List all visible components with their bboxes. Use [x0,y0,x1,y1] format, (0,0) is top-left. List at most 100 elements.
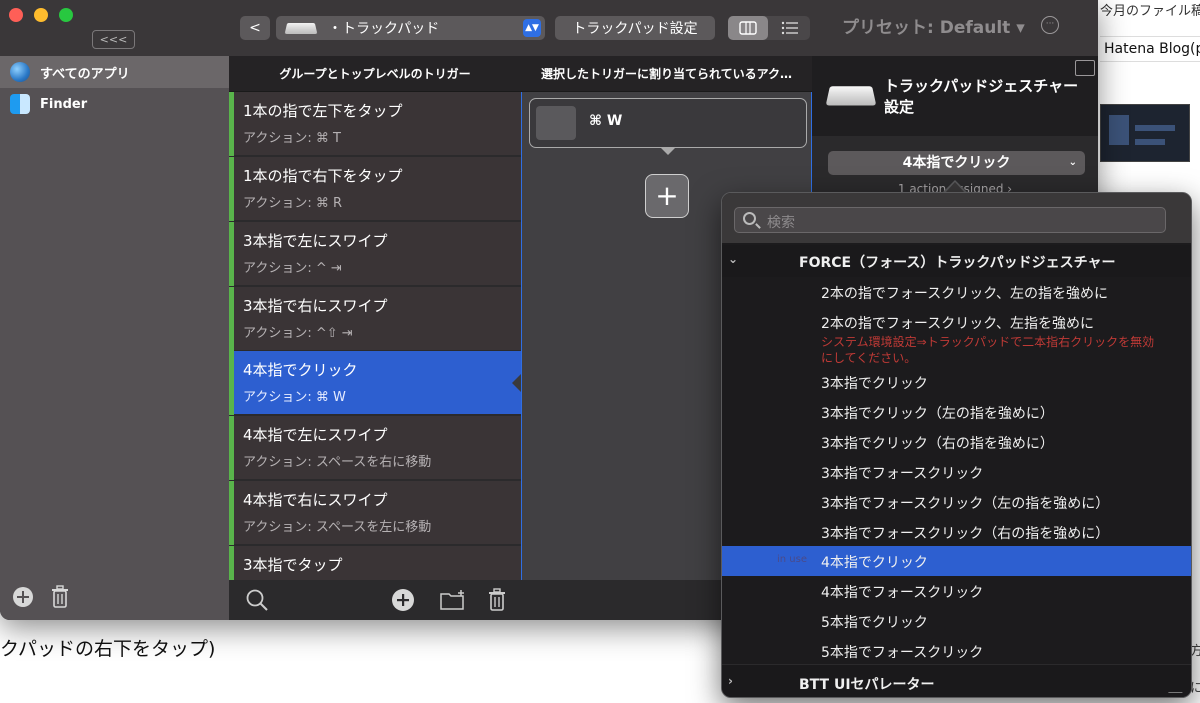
trigger-row[interactable]: 3本指で右にスワイプ アクション: ^⇧ ⇥ [229,287,521,351]
search-placeholder: 検索 [767,215,795,231]
action-card-pointer [660,147,676,155]
add-action-button[interactable]: + [645,174,689,218]
popover-search-area: 検索 [722,193,1191,243]
sidebar-item-label: Finder [40,96,88,112]
more-options-icon[interactable]: ··· [1041,16,1059,34]
bg-body-text: クパッドの右下をタップ) [0,638,216,660]
zoom-window-button[interactable] [59,8,73,22]
trigger-action: アクション: ⌘ T [243,131,341,146]
gesture-option-label: 3本指でフォースクリック [821,466,984,482]
trigger-action: アクション: ^ ⇥ [243,261,342,276]
gesture-option-label: 5本指でフォースクリック [821,645,984,661]
trigger-title: 3本指で右にスワイプ [243,297,388,315]
detach-window-icon[interactable] [1075,60,1095,76]
gesture-option-selected[interactable]: in use 4本指でクリック [722,546,1191,576]
gesture-option-label: 5本指でクリック [821,615,928,631]
enabled-indicator [229,92,234,156]
gesture-option[interactable]: 4本指でフォースクリック [722,576,1191,606]
trash-icon[interactable] [50,585,70,609]
trigger-row[interactable]: 3本指でタップ [229,546,521,580]
settings-panel-title: トラックパッドジェスチャー設定 [884,77,1079,116]
globe-icon [10,62,30,82]
add-app-icon[interactable] [12,586,34,608]
preset-selector[interactable]: プリセット: Default ▾ [842,16,1025,40]
group-header-label: BTT UIセパレーター [799,677,935,693]
enabled-indicator [229,157,234,221]
gesture-option-label: 2本の指でフォースクリック、左の指を強めに [821,286,1108,302]
gesture-option[interactable]: 3本指でクリック（左の指を強めに） [722,397,1191,427]
gesture-option-label: 2本の指でフォースクリック、左指を強めに [821,316,1094,332]
chevron-updown-icon: ▲▼ [523,19,541,37]
trigger-title: 1本の指で左下をタップ [243,102,403,120]
device-type-select[interactable]: ・トラックパッド ▲▼ [276,16,545,40]
gesture-option-label: 3本指でクリック（右の指を強めに） [821,436,1054,452]
action-card[interactable]: ⌘ W [529,98,807,155]
gesture-select-label: 4本指でクリック [902,155,1011,171]
action-icon-placeholder [536,106,576,140]
gesture-option-label: 3本指でフォースクリック（右の指を強めに） [821,526,1110,542]
bg-header-text: 今月のファイル稿 [1100,4,1200,16]
add-folder-icon[interactable] [439,588,467,612]
gesture-option[interactable]: 5本指でクリック [722,606,1191,636]
gesture-option[interactable]: 3本指でフォースクリック [722,457,1191,487]
add-trigger-icon[interactable] [391,588,415,612]
back-button[interactable]: < [240,16,270,40]
selection-notch [512,373,521,393]
trigger-action: アクション: ⌘ W [243,390,346,405]
in-use-badge: in use [777,554,807,565]
chevron-down-icon: ⌄ [728,252,739,266]
enabled-indicator [229,416,234,480]
trigger-title: 3本指でタップ [243,556,343,574]
gesture-option[interactable]: 3本指でフォースクリック（左の指を強めに） [722,487,1191,517]
trigger-row[interactable]: 1本の指で右下をタップ アクション: ⌘ R [229,157,521,221]
view-mode-toggle [728,16,810,40]
app-sidebar: すべてのアプリ Finder [0,56,229,620]
group-header-force[interactable]: ⌄ FORCE（フォース）トラックパッドジェスチャー [722,245,1191,277]
trigger-action: アクション: ^⇧ ⇥ [243,326,353,341]
list-view-button[interactable] [770,16,810,40]
trigger-action: アクション: スペースを右に移動 [243,455,432,470]
gesture-select[interactable]: 4本指でクリック ⌄ [828,151,1085,175]
trigger-row[interactable]: 4本指で左にスワイプ アクション: スペースを右に移動 [229,416,521,480]
group-header-ui-separator[interactable]: › BTT UIセパレーター [722,664,1191,697]
bg-hatena-link[interactable]: Hatena Blog(p [1100,36,1200,62]
columns-icon [739,21,757,35]
device-type-label: ・トラックパッド [328,21,440,37]
action-shortcut-label: ⌘ W [589,113,623,129]
trigger-row-selected[interactable]: 4本指でクリック アクション: ⌘ W [229,351,521,415]
gesture-option[interactable]: 5本指でフォースクリック [722,636,1191,666]
trigger-row[interactable]: 3本指で左にスワイプ アクション: ^ ⇥ [229,222,521,286]
chevron-down-icon: ⌄ [1068,157,1077,168]
trash-icon[interactable] [487,588,507,612]
trigger-action: アクション: ⌘ R [243,196,343,211]
gesture-option[interactable]: 3本指でクリック [722,367,1191,397]
gesture-option[interactable]: 2本の指でフォースクリック、左の指を強めに [722,277,1191,307]
trigger-title: 1本の指で右下をタップ [243,167,403,185]
close-window-button[interactable] [9,8,23,22]
gesture-option[interactable]: 3本指でフォースクリック（右の指を強めに） [722,517,1191,547]
search-icon[interactable] [245,588,269,612]
trigger-title: 4本指でクリック [243,361,358,379]
columns-view-button[interactable] [728,16,768,40]
enabled-indicator [229,222,234,286]
search-icon [743,212,756,225]
bg-thumbnail-image [1100,104,1190,162]
gesture-option[interactable]: 3本指でクリック（右の指を強めに） [722,427,1191,457]
settings-panel-header: トラックパッドジェスチャー設定 [812,56,1098,136]
gesture-option[interactable]: 2本の指でフォースクリック、左指を強めに システム環境設定⇒トラックパッドで二本… [722,307,1191,367]
search-input[interactable]: 検索 [734,207,1166,233]
minimize-window-button[interactable] [34,8,48,22]
collapse-sidebar-button[interactable]: <<< [92,30,135,49]
trigger-title: 4本指で左にスワイプ [243,426,388,444]
sidebar-item-finder[interactable]: Finder [0,88,229,120]
gesture-option-label: 3本指でフォースクリック（左の指を強めに） [821,496,1110,512]
sidebar-item-all-apps[interactable]: すべてのアプリ [0,56,229,88]
trigger-row[interactable]: 1本の指で左下をタップ アクション: ⌘ T [229,92,521,156]
trackpad-settings-button[interactable]: トラックパッド設定 [555,16,715,40]
chevron-right-icon: › [728,674,733,688]
enabled-indicator [229,351,234,415]
trigger-row[interactable]: 4本指で右にスワイプ アクション: スペースを左に移動 [229,481,521,545]
gesture-option-label: 4本指でクリック [821,555,928,571]
trackpad-icon [284,22,318,34]
triggers-column-header: グループとトップレベルのトリガー [229,56,521,92]
